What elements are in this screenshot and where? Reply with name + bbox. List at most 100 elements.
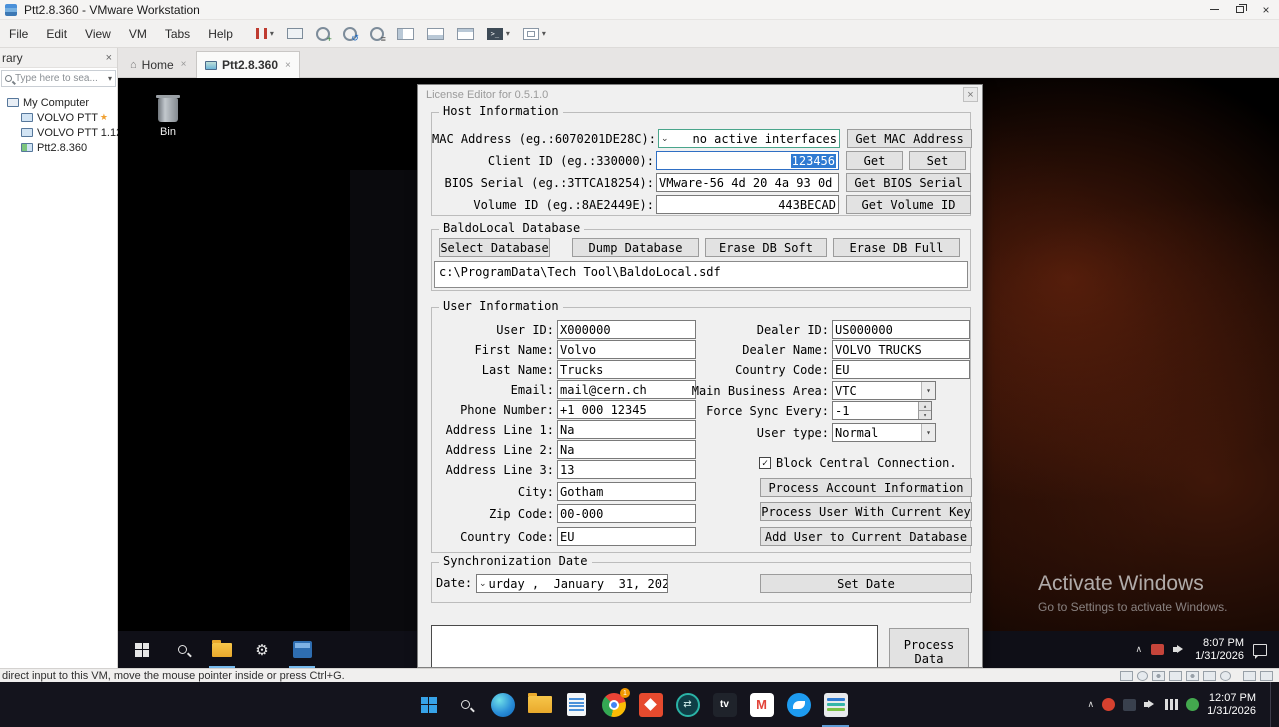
get-mac-address-button[interactable]: Get MAC Address xyxy=(847,129,972,148)
spinner-down-icon[interactable]: ▾ xyxy=(919,410,931,419)
library-close-icon[interactable]: × xyxy=(106,52,112,64)
email-input[interactable] xyxy=(557,380,696,399)
snapshot-manage-button[interactable] xyxy=(370,27,384,41)
tree-item-ptt28360[interactable]: Ptt2.8.360 xyxy=(0,140,117,155)
action-center-icon[interactable] xyxy=(1253,644,1267,656)
volume-icon[interactable] xyxy=(1173,644,1186,655)
status-bar-toggle[interactable] xyxy=(457,28,474,40)
tab-ptt28360[interactable]: Ptt2.8.360 × xyxy=(196,51,300,78)
host-clock[interactable]: 12:07 PM 1/31/2026 xyxy=(1207,692,1256,718)
taskbar-app-file-explorer[interactable] xyxy=(521,682,558,727)
bios-serial-input[interactable] xyxy=(656,173,839,192)
tray-app-red-icon[interactable] xyxy=(1102,698,1115,711)
display-status-icon[interactable] xyxy=(1220,671,1231,681)
hdd-status-icon[interactable] xyxy=(1120,671,1133,681)
minimize-button[interactable] xyxy=(1201,0,1227,19)
tray-app-dark-icon[interactable] xyxy=(1123,699,1136,711)
power-pause-button[interactable]: ▾ xyxy=(256,28,274,39)
show-desktop-button[interactable] xyxy=(1270,682,1275,727)
force-sync-spinner[interactable]: -1 ▴ ▾ xyxy=(832,401,932,420)
ctrl-alt-del-button[interactable] xyxy=(287,28,303,39)
host-search-button[interactable] xyxy=(447,682,484,727)
date-picker[interactable]: ⌄ urday , January 31, 2026 xyxy=(476,574,668,593)
user-id-input[interactable] xyxy=(557,320,696,339)
process-account-information-button[interactable]: Process Account Information xyxy=(760,478,972,497)
tray-app-green-icon[interactable] xyxy=(1186,698,1199,711)
hidden-icons-chevron-icon[interactable]: ∧ xyxy=(1135,644,1142,655)
menu-edit[interactable]: Edit xyxy=(37,23,76,45)
process-data-button[interactable]: Process Data xyxy=(889,628,969,668)
main-business-area-select[interactable]: VTC ▾ xyxy=(832,381,936,400)
address-line-1-input[interactable] xyxy=(557,420,696,439)
select-database-button[interactable]: Select Database xyxy=(439,238,550,257)
address-line-2-input[interactable] xyxy=(557,440,696,459)
vm-tray-app-icon[interactable] xyxy=(1151,644,1164,655)
erase-db-soft-button[interactable]: Erase DB Soft xyxy=(705,238,827,257)
erase-db-full-button[interactable]: Erase DB Full xyxy=(833,238,960,257)
search-options-caret-icon[interactable]: ▾ xyxy=(108,74,112,83)
cdrom-status-icon[interactable] xyxy=(1137,671,1148,681)
library-panel-toggle[interactable] xyxy=(397,28,414,40)
set-date-button[interactable]: Set Date xyxy=(760,574,972,593)
dialog-titlebar[interactable]: License Editor for 0.5.1.0 × xyxy=(418,85,982,104)
add-user-to-current-database-button[interactable]: Add User to Current Database xyxy=(760,527,972,546)
vm-app-button[interactable] xyxy=(282,631,322,668)
search-input[interactable] xyxy=(15,73,105,84)
zip-code-input[interactable] xyxy=(557,504,696,523)
menu-view[interactable]: View xyxy=(76,23,120,45)
spinner-buttons[interactable]: ▴ ▾ xyxy=(918,402,931,419)
user-type-select[interactable]: Normal ▾ xyxy=(832,423,936,442)
taskbar-app-red-diamond[interactable] xyxy=(632,682,669,727)
printer-status-icon[interactable] xyxy=(1203,671,1216,681)
snapshot-revert-button[interactable] xyxy=(343,27,357,41)
host-start-button[interactable] xyxy=(410,682,447,727)
snapshot-take-button[interactable] xyxy=(316,27,330,41)
message-log-icon[interactable] xyxy=(1243,671,1256,681)
volume-icon[interactable] xyxy=(1144,699,1157,710)
get-volume-id-button[interactable]: Get Volume ID xyxy=(846,195,971,214)
network-icon[interactable] xyxy=(1165,699,1178,710)
usb-status-icon[interactable] xyxy=(1169,671,1182,681)
dealer-name-input[interactable] xyxy=(832,340,970,359)
tab-close-icon[interactable]: × xyxy=(181,59,187,70)
taskbar-app-blue[interactable] xyxy=(780,682,817,727)
spinner-up-icon[interactable]: ▴ xyxy=(919,402,931,410)
tab-home[interactable]: ⌂ Home × xyxy=(122,51,195,78)
taskbar-app-gmail[interactable]: M xyxy=(743,682,780,727)
vm-file-explorer-button[interactable] xyxy=(202,631,242,668)
taskbar-app-edge[interactable] xyxy=(484,682,521,727)
hidden-icons-chevron-icon[interactable]: ∧ xyxy=(1087,699,1094,710)
tree-item-volvo-ptt-112[interactable]: VOLVO PTT 1.12 xyxy=(0,125,117,140)
output-textarea[interactable] xyxy=(431,625,878,668)
close-button[interactable]: × xyxy=(1253,0,1279,19)
mac-address-select[interactable]: ⌄ no active interfaces xyxy=(658,129,840,148)
taskbar-app-sync[interactable]: ⇄ xyxy=(669,682,706,727)
console-view-button[interactable]: >_ ▾ xyxy=(487,28,510,40)
menu-help[interactable]: Help xyxy=(199,23,242,45)
taskbar-app-chrome[interactable]: 1 xyxy=(595,682,632,727)
client-id-input[interactable]: 123456 xyxy=(656,151,839,170)
first-name-input[interactable] xyxy=(557,340,696,359)
network-status-icon[interactable] xyxy=(1152,671,1165,681)
fullscreen-button[interactable]: ▾ xyxy=(523,28,546,40)
thumbnail-bar-toggle[interactable] xyxy=(427,28,444,40)
city-input[interactable] xyxy=(557,482,696,501)
process-user-with-current-key-button[interactable]: Process User With Current Key xyxy=(760,502,972,521)
tree-item-my-computer[interactable]: My Computer xyxy=(0,95,117,110)
fit-window-icon[interactable] xyxy=(1260,671,1273,681)
set-client-id-button[interactable]: Set xyxy=(909,151,966,170)
vm-clock[interactable]: 8:07 PM 1/31/2026 xyxy=(1195,637,1244,663)
menu-vm[interactable]: VM xyxy=(120,23,156,45)
block-central-connection-checkbox[interactable]: ✓ Block Central Connection. xyxy=(759,455,957,471)
phone-number-input[interactable] xyxy=(557,400,696,419)
vm-settings-button[interactable]: ⚙ xyxy=(242,631,282,668)
dealer-country-code-input[interactable] xyxy=(832,360,970,379)
sound-status-icon[interactable] xyxy=(1186,671,1199,681)
last-name-input[interactable] xyxy=(557,360,696,379)
recycle-bin[interactable]: Bin xyxy=(140,98,196,138)
restore-button[interactable] xyxy=(1227,0,1253,19)
country-code-input[interactable] xyxy=(557,527,696,546)
taskbar-app-notepad[interactable] xyxy=(558,682,595,727)
address-line-3-input[interactable] xyxy=(557,460,696,479)
get-bios-serial-button[interactable]: Get BIOS Serial xyxy=(846,173,971,192)
